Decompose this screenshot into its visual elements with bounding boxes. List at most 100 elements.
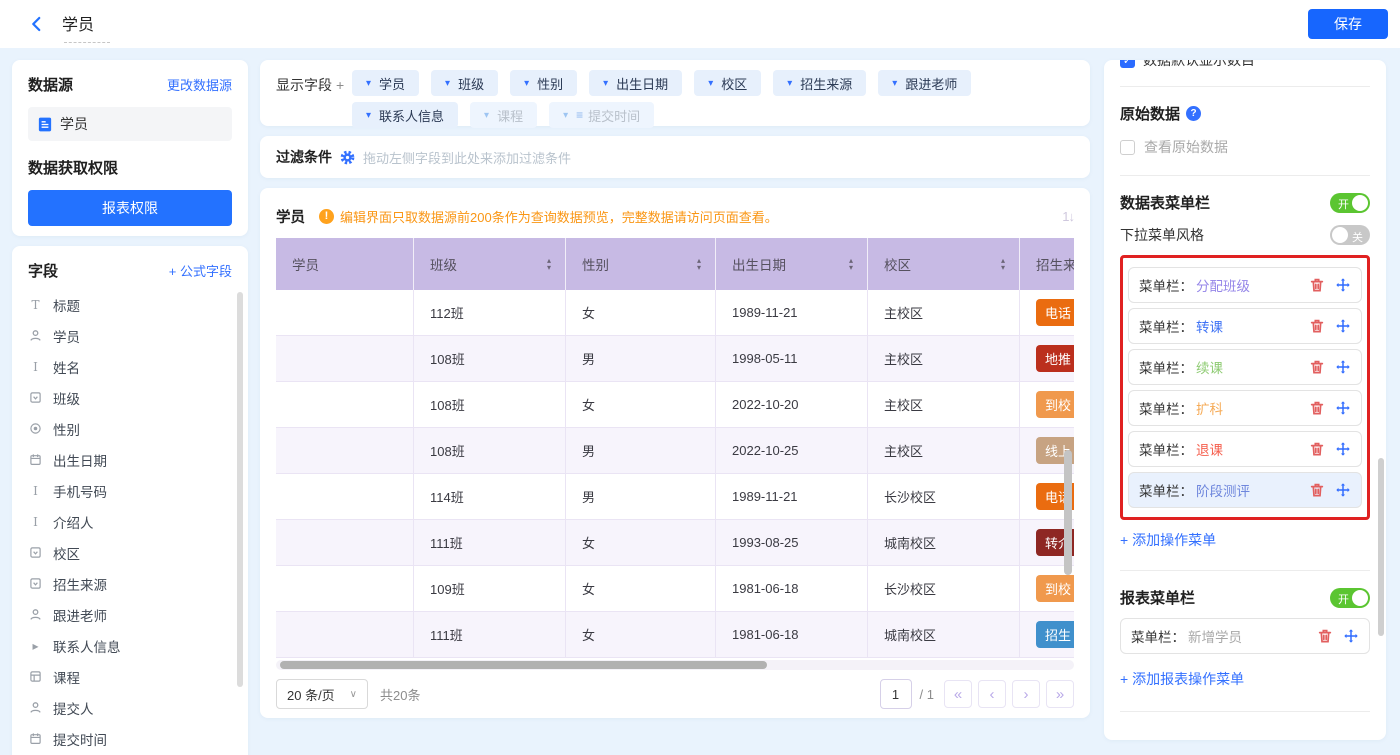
column-header[interactable]: 招生来源 [1019,238,1074,290]
display-field-chip[interactable]: ▾招生来源 [773,70,866,96]
table-row[interactable]: 111班女1981-06-18城南校区招生 [276,612,1074,658]
add-display-field-button[interactable]: + [336,77,344,93]
display-field-chip[interactable]: ▾联系人信息 [352,102,458,128]
display-field-chip[interactable]: ▾出生日期 [589,70,682,96]
move-icon[interactable] [1334,441,1351,458]
column-header[interactable]: 出生日期▴▾ [715,238,867,290]
display-field-chip[interactable]: ▾学员 [352,70,419,96]
warning-text: 编辑界面只取数据源前200条作为查询数据预览，完整数据请访问页面查看。 [340,207,778,226]
move-icon[interactable] [1334,482,1351,499]
clipped-setting-row: ✓ 数据默认显示数目 [1120,60,1370,72]
table-row[interactable]: 108班男2022-10-25主校区线上 [276,428,1074,474]
move-icon[interactable] [1334,359,1351,376]
prev-page-button[interactable]: ‹ [978,680,1006,708]
table-row[interactable]: 112班女1989-11-21主校区电话 [276,290,1074,336]
field-item[interactable]: 招生来源 [28,568,232,599]
menu-item-selected[interactable]: 菜单栏：阶段测评 [1128,472,1362,508]
field-item[interactable]: T标题 [28,289,232,320]
table-row[interactable]: 108班女2022-10-20主校区到校 [276,382,1074,428]
trash-icon[interactable] [1308,318,1325,335]
display-field-chip[interactable]: ▾跟进老师 [878,70,971,96]
report-permission-button[interactable]: 报表权限 [28,190,232,226]
display-field-chip[interactable]: ▾班级 [431,70,498,96]
default-order-icon[interactable]: 1↓ [1062,209,1074,224]
field-item[interactable]: 班级 [28,382,232,413]
field-item[interactable]: I手机号码 [28,475,232,506]
field-item[interactable]: 校区 [28,537,232,568]
field-item[interactable]: ▸联系人信息 [28,630,232,661]
settings-panel: ✓ 数据默认显示数目 原始数据 ? 查看原始数据 数据表菜单栏 开 下拉菜单风格… [1104,60,1386,740]
trash-icon[interactable] [1316,628,1333,645]
field-item[interactable]: I姓名 [28,351,232,382]
field-item[interactable]: 性别 [28,413,232,444]
dropdown-style-toggle-off[interactable]: 关 [1330,225,1370,245]
column-header[interactable]: 校区▴▾ [867,238,1019,290]
trash-icon[interactable] [1308,441,1325,458]
checkbox-checked[interactable]: ✓ [1120,60,1135,68]
table-menu-toggle-on[interactable]: 开 [1330,193,1370,213]
display-field-chip[interactable]: ▾性别 [510,70,577,96]
fields-scrollbar[interactable] [237,292,243,687]
table-row[interactable]: 111班女1993-08-25城南校区转介 [276,520,1074,566]
checkbox-unchecked[interactable] [1120,140,1135,155]
menu-item[interactable]: 菜单栏：扩科 [1128,390,1362,426]
add-operation-menu-link[interactable]: + 添加操作菜单 [1120,530,1216,550]
member-icon [28,701,43,714]
filter-label: 过滤条件 [276,147,332,167]
table-row[interactable]: 114班男1989-11-21长沙校区电话 [276,474,1074,520]
total-count: 共20条 [380,685,420,704]
field-item[interactable]: 学员 [28,320,232,351]
field-item[interactable]: 出生日期 [28,444,232,475]
sort-arrows-icon[interactable]: ▴▾ [849,257,853,271]
field-item[interactable]: 提交时间 [28,723,232,754]
display-field-chip-disabled[interactable]: ▾≡提交时间 [549,102,654,128]
trash-icon[interactable] [1308,277,1325,294]
table-vertical-scrollbar[interactable] [1064,450,1072,575]
move-icon[interactable] [1334,277,1351,294]
table-horizontal-scrollbar-thumb[interactable] [280,661,767,669]
menu-item[interactable]: 菜单栏：转课 [1128,308,1362,344]
move-icon[interactable] [1334,400,1351,417]
field-item[interactable]: 提交人 [28,692,232,723]
field-item[interactable]: I介绍人 [28,506,232,537]
move-icon[interactable] [1342,628,1359,645]
datasource-item[interactable]: 学员 [28,107,232,141]
change-datasource-link[interactable]: 更改数据源 [167,75,232,94]
field-item[interactable]: 跟进老师 [28,599,232,630]
gear-icon[interactable] [340,150,355,165]
sort-arrows-icon[interactable]: ▴▾ [547,257,551,271]
trash-icon[interactable] [1308,359,1325,376]
field-item[interactable]: 课程 [28,661,232,692]
add-report-menu-link[interactable]: + 添加报表操作菜单 [1120,669,1244,689]
raw-data-checkbox-row[interactable]: 查看原始数据 [1120,137,1370,157]
page-size-select[interactable]: 20 条/页 ∨ [276,679,368,709]
report-menu-item[interactable]: 菜单栏：新增学员 [1120,618,1370,654]
menu-item[interactable]: 菜单栏：分配班级 [1128,267,1362,303]
save-button[interactable]: 保存 [1308,9,1388,39]
sort-arrows-icon[interactable]: ▴▾ [697,257,701,271]
next-page-button[interactable]: › [1012,680,1040,708]
first-page-button[interactable]: « [944,680,972,708]
table-row[interactable]: 109班女1981-06-18长沙校区到校 [276,566,1074,612]
menu-item[interactable]: 菜单栏：续课 [1128,349,1362,385]
move-icon[interactable] [1334,318,1351,335]
add-formula-field-link[interactable]: + 公式字段 [169,261,232,280]
chevron-down-icon: ▾ [787,78,792,89]
column-header[interactable]: 性别▴▾ [565,238,715,290]
column-header[interactable]: 学员 [276,238,413,290]
page-number-input[interactable]: 1 [880,679,912,709]
last-page-button[interactable]: » [1046,680,1074,708]
sort-arrows-icon[interactable]: ▴▾ [1001,257,1005,271]
trash-icon[interactable] [1308,482,1325,499]
report-menu-toggle-on[interactable]: 开 [1330,588,1370,608]
question-icon[interactable]: ? [1186,106,1201,121]
trash-icon[interactable] [1308,400,1325,417]
settings-scrollbar[interactable] [1378,458,1384,636]
table-row[interactable]: 108班男1998-05-11主校区地推 [276,336,1074,382]
table-horizontal-scrollbar-track[interactable] [276,660,1074,670]
display-field-chip-disabled[interactable]: ▾课程 [470,102,537,128]
menu-item[interactable]: 菜单栏：退课 [1128,431,1362,467]
column-header[interactable]: 班级▴▾ [413,238,565,290]
back-button[interactable] [26,13,48,35]
display-field-chip[interactable]: ▾校区 [694,70,761,96]
